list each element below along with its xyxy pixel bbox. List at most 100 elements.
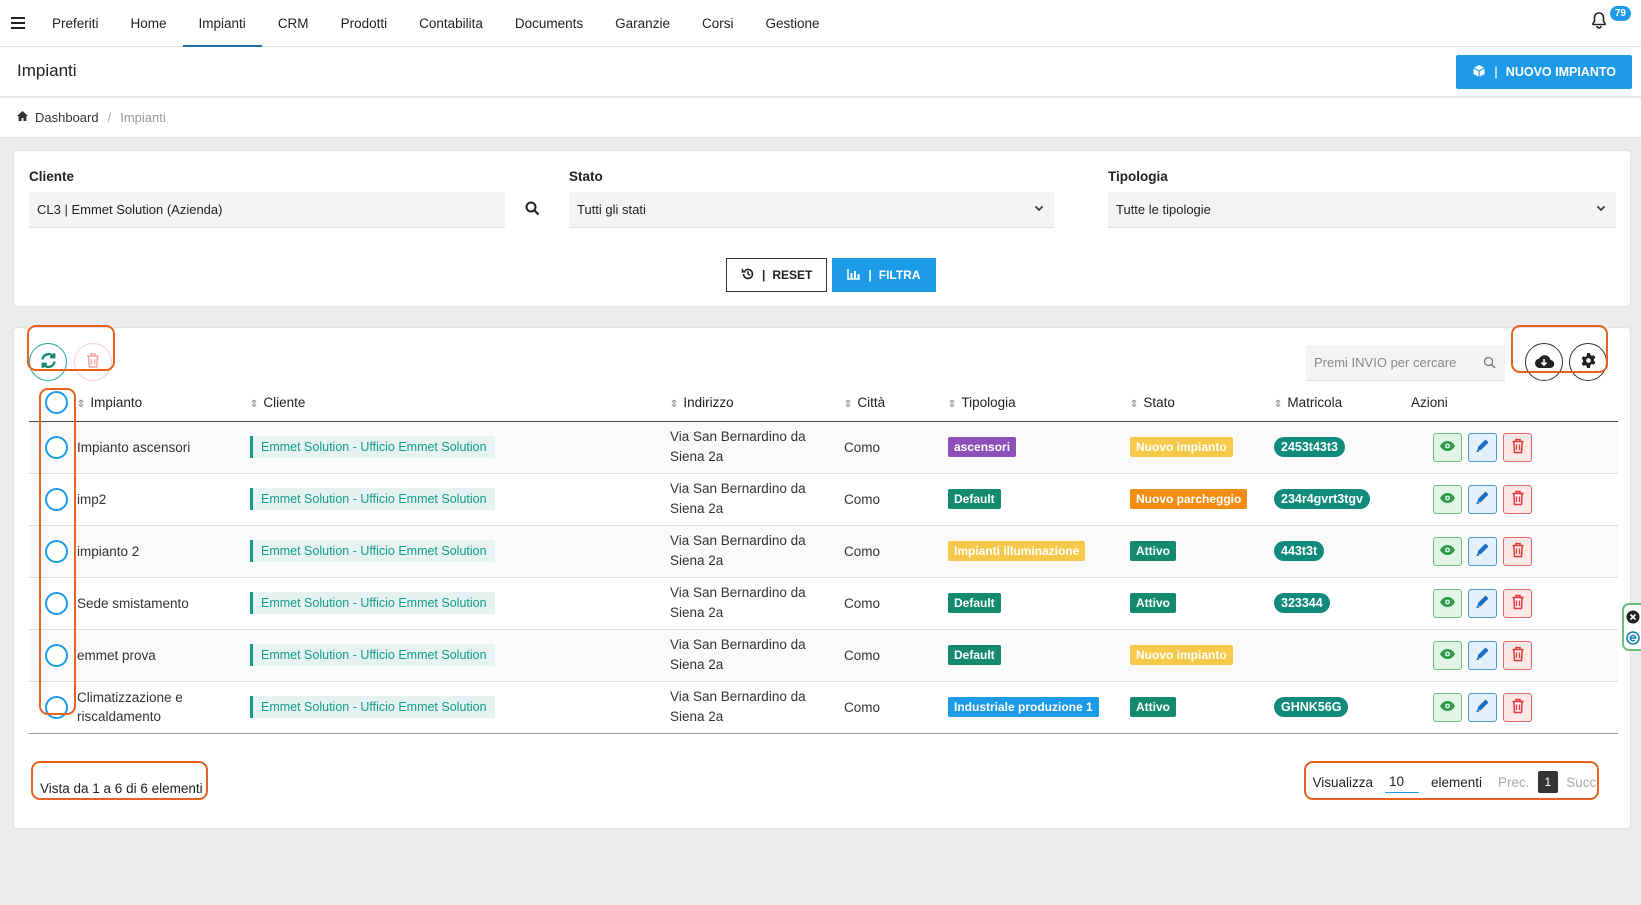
close-icon[interactable] xyxy=(1626,610,1640,627)
stato-select[interactable]: Tutti gli stati xyxy=(569,192,1054,228)
nav-item-corsi[interactable]: Corsi xyxy=(686,0,750,47)
pencil-icon xyxy=(1475,594,1490,612)
page-number-button[interactable]: 1 xyxy=(1537,771,1559,793)
gear-icon xyxy=(1580,352,1597,372)
download-button[interactable] xyxy=(1525,343,1563,381)
edit-button[interactable] xyxy=(1468,588,1497,618)
col-citta[interactable]: ⇕ Città xyxy=(843,385,948,422)
client-link[interactable]: Emmet Solution - Ufficio Emmet Solution xyxy=(250,696,495,718)
row-checkbox[interactable] xyxy=(45,539,68,563)
eye-icon xyxy=(1439,700,1456,715)
view-button[interactable] xyxy=(1433,588,1462,618)
refresh-button[interactable] xyxy=(29,343,67,381)
delete-button[interactable] xyxy=(1503,536,1532,566)
cliente-cell: Emmet Solution - Ufficio Emmet Solution xyxy=(250,473,670,526)
select-all-checkbox[interactable] xyxy=(45,391,68,415)
nav-item-preferiti[interactable]: Preferiti xyxy=(36,0,115,47)
edit-button[interactable] xyxy=(1468,692,1497,722)
col-indirizzo[interactable]: ⇕ Indirizzo xyxy=(669,385,844,422)
client-link[interactable]: Emmet Solution - Ufficio Emmet Solution xyxy=(250,540,495,562)
nav-item-garanzie[interactable]: Garanzie xyxy=(599,0,686,47)
table-search-input[interactable] xyxy=(1306,345,1505,381)
stato-cell: Attivo xyxy=(1130,577,1274,630)
page-size-select[interactable]: 10 xyxy=(1385,771,1419,793)
edit-button[interactable] xyxy=(1468,432,1497,462)
prev-page-button[interactable]: Prec. xyxy=(1498,775,1530,790)
col-cliente[interactable]: ⇕ Cliente xyxy=(249,385,670,422)
client-link[interactable]: Emmet Solution - Ufficio Emmet Solution xyxy=(250,644,495,666)
nav-item-impianti[interactable]: Impianti xyxy=(182,0,262,47)
view-button[interactable] xyxy=(1433,640,1462,670)
delete-button[interactable] xyxy=(1503,692,1532,722)
nav-item-contabilita[interactable]: Contabilita xyxy=(403,0,499,47)
nav-item-home[interactable]: Home xyxy=(115,0,183,47)
edit-button[interactable] xyxy=(1468,536,1497,566)
view-button[interactable] xyxy=(1433,692,1462,722)
filtra-button[interactable]: | FILTRA xyxy=(832,258,936,292)
matricola-badge: GHNK56G xyxy=(1274,697,1349,717)
cliente-cell: Emmet Solution - Ufficio Emmet Solution xyxy=(250,525,670,578)
client-link[interactable]: Emmet Solution - Ufficio Emmet Solution xyxy=(250,592,495,614)
address-line-2: Siena 2a xyxy=(670,501,724,516)
nav-items: Preferiti Home Impianti CRM Prodotti Con… xyxy=(36,0,836,47)
matricola-cell: GHNK56G xyxy=(1274,681,1411,734)
pencil-icon xyxy=(1475,438,1490,456)
table-row: imp2 Emmet Solution - Ufficio Emmet Solut… xyxy=(29,473,1618,526)
nav-item-gestione[interactable]: Gestione xyxy=(749,0,835,47)
row-checkbox[interactable] xyxy=(45,487,68,511)
trash-icon xyxy=(1511,646,1525,665)
breadcrumb-home-label: Dashboard xyxy=(35,110,99,125)
address-line-1: Via San Bernardino da xyxy=(670,689,806,704)
indirizzo-cell: Via San Bernardino da Siena 2a xyxy=(670,681,844,734)
next-page-button[interactable]: Succ. xyxy=(1566,775,1600,790)
address-line-2: Siena 2a xyxy=(670,553,724,568)
page-header: Impianti | NUOVO IMPIANTO xyxy=(0,47,1641,97)
sort-icon: ⇕ xyxy=(249,399,260,411)
tipologia-badge: Impianti illuminazione xyxy=(948,541,1086,561)
hamburger-icon[interactable] xyxy=(0,0,36,47)
city: Como xyxy=(844,699,881,715)
delete-button[interactable] xyxy=(1503,484,1532,514)
new-impianto-button[interactable]: | NUOVO IMPIANTO xyxy=(1456,55,1632,89)
col-stato[interactable]: ⇕ Stato xyxy=(1129,385,1274,422)
stato-value: Tutti gli stati xyxy=(577,202,646,217)
side-widget[interactable] xyxy=(1622,603,1641,651)
delete-button[interactable] xyxy=(1503,588,1532,618)
edit-button[interactable] xyxy=(1468,484,1497,514)
nav-item-crm[interactable]: CRM xyxy=(262,0,325,47)
row-checkbox[interactable] xyxy=(45,643,68,667)
tipologia-select[interactable]: Tutte le tipologie xyxy=(1108,192,1616,228)
cliente-field[interactable]: CL3 | Emmet Solution (Azienda) xyxy=(29,192,505,228)
breadcrumb-home[interactable]: Dashboard xyxy=(16,110,99,125)
indirizzo-cell: Via San Bernardino da Siena 2a xyxy=(670,421,844,474)
reset-button[interactable]: | RESET xyxy=(726,258,828,292)
select-all-cell xyxy=(29,385,77,422)
bulk-delete-button[interactable] xyxy=(74,343,112,381)
row-checkbox[interactable] xyxy=(45,591,68,615)
col-impianto[interactable]: ⇕ Impianto xyxy=(76,385,250,422)
sort-icon: ⇕ xyxy=(1273,399,1284,411)
cloud-download-icon xyxy=(1533,353,1555,372)
sort-icon: ⇕ xyxy=(947,399,958,411)
search-icon xyxy=(1483,356,1496,369)
elements-label: elementi xyxy=(1431,774,1483,790)
col-tipologia[interactable]: ⇕ Tipologia xyxy=(947,385,1130,422)
search-icon[interactable] xyxy=(525,201,541,217)
view-button[interactable] xyxy=(1433,432,1462,462)
delete-button[interactable] xyxy=(1503,640,1532,670)
view-button[interactable] xyxy=(1433,484,1462,514)
nav-item-prodotti[interactable]: Prodotti xyxy=(325,0,404,47)
settings-button[interactable] xyxy=(1569,343,1607,381)
tipologia-cell: Default xyxy=(948,577,1130,630)
delete-button[interactable] xyxy=(1503,432,1532,462)
nav-item-documents[interactable]: Documents xyxy=(499,0,599,47)
history-icon xyxy=(741,267,755,284)
row-checkbox[interactable] xyxy=(45,695,68,719)
view-button[interactable] xyxy=(1433,536,1462,566)
client-link[interactable]: Emmet Solution - Ufficio Emmet Solution xyxy=(250,488,495,510)
row-checkbox[interactable] xyxy=(45,435,68,459)
col-matricola[interactable]: ⇕ Matricola xyxy=(1273,385,1411,422)
edit-button[interactable] xyxy=(1468,640,1497,670)
client-link[interactable]: Emmet Solution - Ufficio Emmet Solution xyxy=(250,436,495,458)
chart-bar-icon xyxy=(847,268,861,283)
